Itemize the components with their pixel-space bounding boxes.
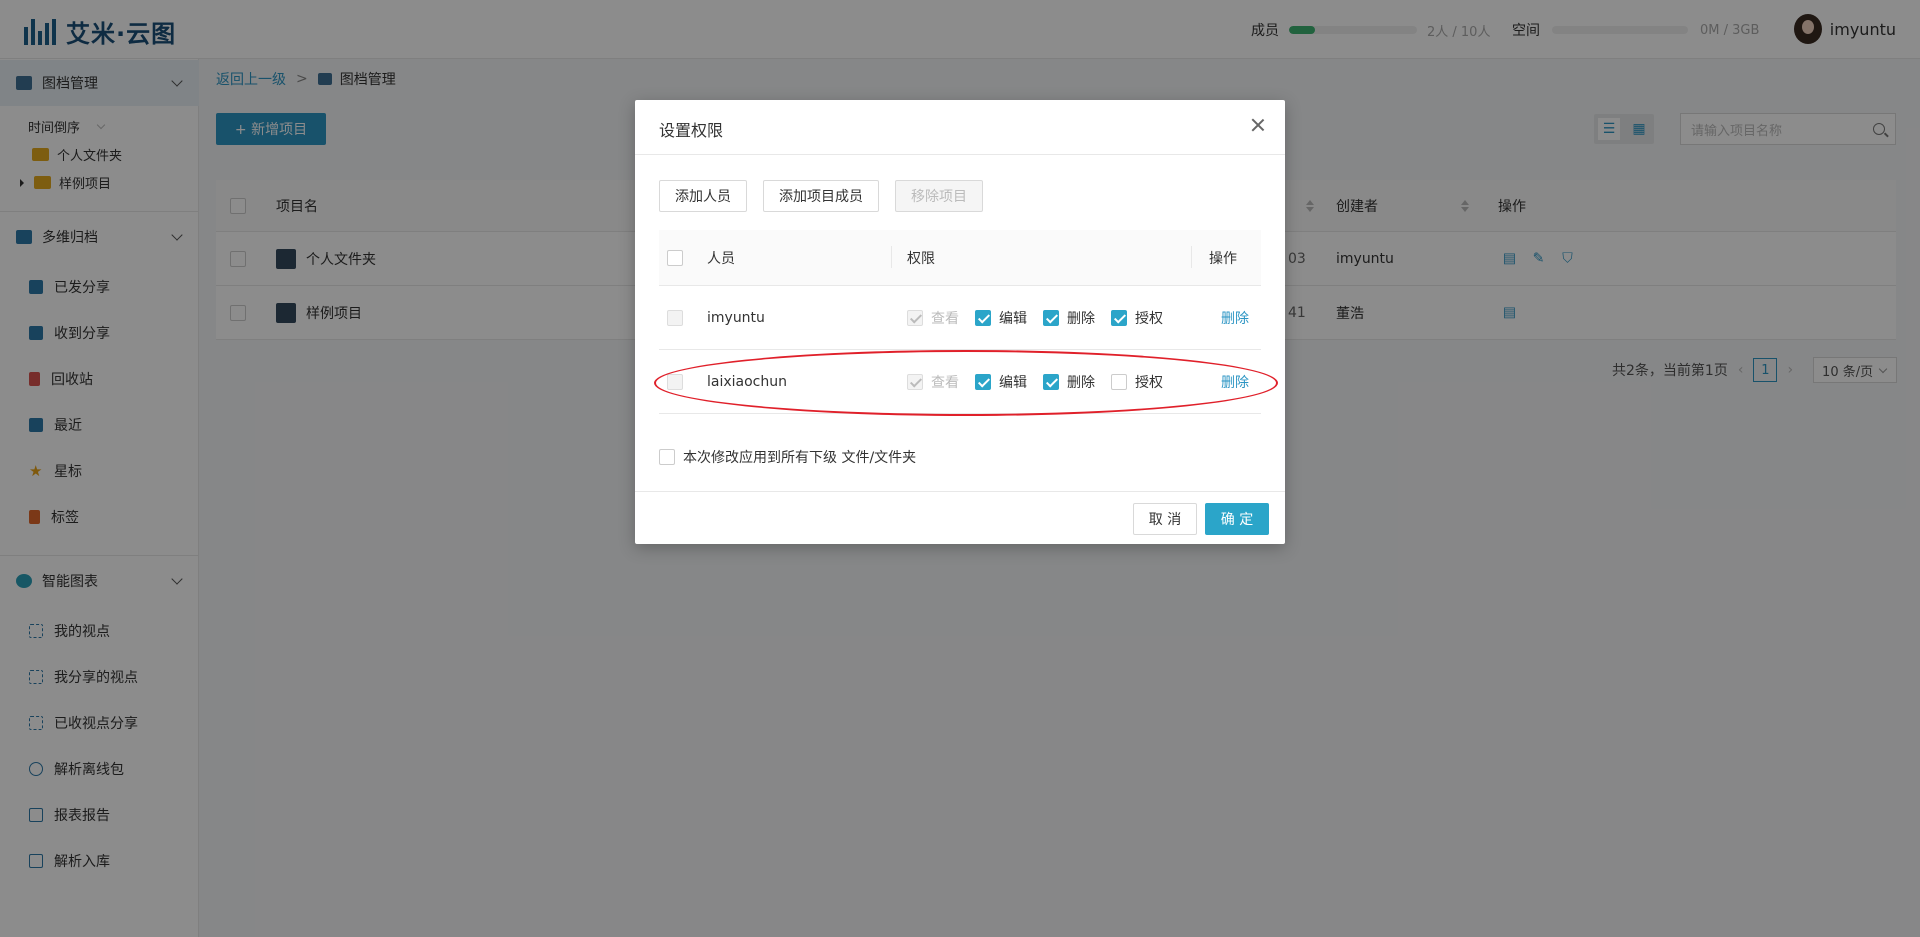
close-icon[interactable] — [1251, 118, 1265, 132]
grant-checkbox[interactable] — [1111, 373, 1127, 390]
perm-label: 编辑 — [999, 310, 1027, 327]
add-project-member-button[interactable]: 添加项目成员 — [763, 180, 879, 212]
select-all-people-checkbox[interactable] — [667, 249, 683, 266]
edit-checkbox[interactable] — [975, 373, 991, 390]
column-header-op: 操作 — [1209, 250, 1237, 267]
column-divider — [891, 246, 892, 268]
perm-view: 查看 — [907, 308, 959, 328]
remove-project-button[interactable]: 移除项目 — [895, 180, 983, 212]
perm-grant: 授权 — [1111, 308, 1163, 328]
column-header-permission: 权限 — [907, 250, 935, 267]
add-person-button[interactable]: 添加人员 — [659, 180, 747, 212]
permission-row: imyuntu 查看 编辑 删除 授权 删除 — [659, 286, 1261, 350]
perm-delete: 删除 — [1043, 308, 1095, 328]
perm-label: 编辑 — [999, 374, 1027, 391]
perm-label: 查看 — [931, 310, 959, 327]
delete-checkbox[interactable] — [1043, 309, 1059, 326]
perm-edit: 编辑 — [975, 372, 1027, 392]
perm-label: 删除 — [1067, 374, 1095, 391]
permission-dialog: 设置权限 添加人员 添加项目成员 移除项目 人员 权限 操作 imyuntu 查… — [635, 100, 1285, 544]
perm-grant: 授权 — [1111, 372, 1163, 392]
perm-label: 授权 — [1135, 374, 1163, 391]
delete-checkbox[interactable] — [1043, 373, 1059, 390]
view-checkbox[interactable] — [907, 373, 923, 390]
edit-checkbox[interactable] — [975, 309, 991, 326]
person-name: laixiaochun — [707, 373, 787, 390]
row-checkbox[interactable] — [667, 309, 683, 326]
permission-table-header: 人员 权限 操作 — [659, 230, 1261, 286]
permission-row: laixiaochun 查看 编辑 删除 授权 删除 — [659, 350, 1261, 414]
perm-edit: 编辑 — [975, 308, 1027, 328]
perm-label: 删除 — [1067, 310, 1095, 327]
cancel-button[interactable]: 取 消 — [1133, 503, 1197, 535]
dialog-header: 设置权限 — [635, 100, 1285, 155]
perm-label: 查看 — [931, 374, 959, 391]
view-checkbox[interactable] — [907, 309, 923, 326]
dialog-title: 设置权限 — [659, 121, 724, 140]
row-checkbox[interactable] — [667, 373, 683, 390]
delete-person-link[interactable]: 删除 — [1221, 372, 1249, 392]
perm-view: 查看 — [907, 372, 959, 392]
apply-to-children-label: 本次修改应用到所有下级 文件/文件夹 — [683, 450, 917, 466]
person-name: imyuntu — [707, 309, 765, 326]
column-divider — [1191, 246, 1192, 268]
confirm-button[interactable]: 确 定 — [1205, 503, 1269, 535]
permission-table: 人员 权限 操作 imyuntu 查看 编辑 删除 授权 删除 laixiaoc… — [659, 230, 1261, 414]
column-header-person: 人员 — [707, 250, 735, 267]
apply-to-children-checkbox[interactable] — [659, 449, 675, 465]
grant-checkbox[interactable] — [1111, 309, 1127, 326]
dialog-footer: 取 消 确 定 — [635, 491, 1285, 544]
perm-label: 授权 — [1135, 310, 1163, 327]
apply-to-children-option[interactable]: 本次修改应用到所有下级 文件/文件夹 — [659, 447, 916, 467]
delete-person-link[interactable]: 删除 — [1221, 308, 1249, 328]
perm-delete: 删除 — [1043, 372, 1095, 392]
